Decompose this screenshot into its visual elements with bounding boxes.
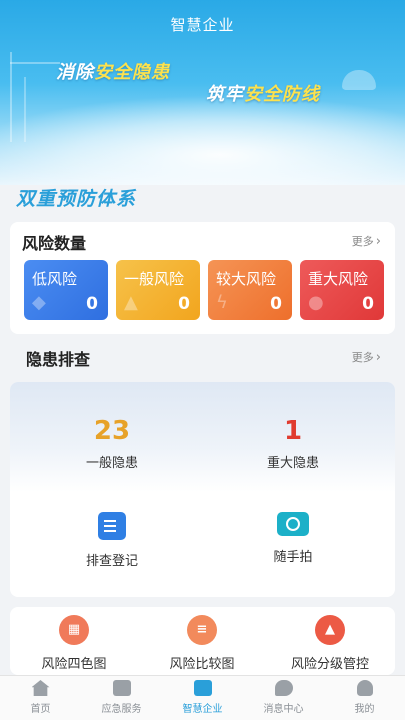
risk-compare-chart-label: 风险比较图 [169, 657, 235, 672]
slogan-2-prefix: 筑牢 [206, 84, 244, 105]
safety-helmet-graphic [342, 70, 376, 90]
four-color-map-icon: ▦ [59, 615, 89, 645]
risk-tile-general[interactable]: 一般风险 ▲ 0 [116, 260, 200, 320]
message-icon [274, 680, 293, 696]
app-title: 智慧企业 [170, 16, 235, 34]
home-icon [31, 680, 50, 696]
risk-tile-low[interactable]: 低风险 ◆ 0 [24, 260, 108, 320]
camera-icon [277, 512, 309, 536]
risk-grading-control-button[interactable]: ▲ 风险分级管控 [266, 615, 394, 672]
grading-control-icon: ▲ [315, 615, 345, 645]
risk-compare-chart-button[interactable]: ≡ 风险比较图 [138, 615, 266, 672]
lightning-icon: ϟ [216, 292, 228, 313]
hazard-section-title: 隐患排查 [26, 350, 91, 369]
hazard-more-label: 更多 [351, 351, 374, 364]
tab-label: 智慧企业 [182, 704, 223, 715]
risk-count-card: 风险数量 更多 › 低风险 ◆ 0 一般风险 ▲ 0 较大风险 ϟ 0 重大风险 … [10, 222, 395, 334]
header-banner: 智慧企业 消除安全隐患 筑牢安全防线 [0, 0, 405, 185]
form-edit-icon [98, 512, 126, 540]
slogan-line-1: 消除安全隐患 [56, 58, 170, 84]
enterprise-icon [193, 680, 212, 696]
emergency-service-icon [112, 680, 131, 696]
slogan-2-highlight: 安全防线 [244, 84, 320, 105]
tab-mine[interactable]: 我的 [324, 680, 405, 715]
chevron-right-icon: › [375, 234, 381, 249]
compare-chart-icon: ≡ [187, 615, 217, 645]
inspection-register-button[interactable]: 排查登记 [22, 512, 202, 569]
general-hazard-count: 23 [93, 416, 131, 446]
risk-section-title: 风险数量 [22, 234, 87, 253]
tab-label: 首页 [30, 704, 51, 715]
risk-four-color-map-button[interactable]: ▦ 风险四色图 [10, 615, 138, 672]
general-hazard-stat[interactable]: 23 一般隐患 [22, 416, 202, 471]
risk-more-link[interactable]: 更多 › [352, 233, 381, 249]
risk-tile-label: 低风险 [32, 270, 78, 288]
tab-label: 应急服务 [101, 704, 142, 715]
risk-tile-count: 0 [362, 294, 374, 314]
inspection-register-label: 排查登记 [85, 554, 138, 569]
slogan-line-2: 筑牢安全防线 [206, 80, 320, 106]
risk-tile-major[interactable]: 重大风险 ● 0 [300, 260, 384, 320]
major-hazard-label: 重大隐患 [266, 456, 319, 471]
shield-icon: ◆ [32, 292, 46, 313]
risk-four-color-map-label: 风险四色图 [41, 657, 107, 672]
risk-tile-label: 重大风险 [308, 270, 369, 288]
hazard-more-link[interactable]: 更多 › [352, 349, 381, 365]
warning-icon: ▲ [124, 292, 138, 313]
risk-grading-control-label: 风险分级管控 [290, 657, 369, 672]
risk-tile-count: 0 [86, 294, 98, 314]
risk-tile-count: 0 [270, 294, 282, 314]
tab-emergency-service[interactable]: 应急服务 [81, 680, 162, 715]
slogan-1-highlight: 安全隐患 [94, 62, 170, 83]
major-hazard-stat[interactable]: 1 重大隐患 [203, 416, 383, 471]
risk-tile-label: 较大风险 [216, 270, 277, 288]
hazard-card: 23 一般隐患 1 重大隐患 排查登记 随手拍 [10, 382, 395, 597]
major-hazard-count: 1 [283, 416, 303, 446]
snapshot-button[interactable]: 随手拍 [203, 512, 383, 565]
risk-tile-label: 一般风险 [124, 270, 185, 288]
tab-home[interactable]: 首页 [0, 680, 81, 715]
risk-tile-larger[interactable]: 较大风险 ϟ 0 [208, 260, 292, 320]
slogan-1-prefix: 消除 [56, 62, 94, 83]
tab-label: 消息中心 [263, 704, 304, 715]
tab-label: 我的 [354, 704, 375, 715]
system-title: 双重预防体系 [16, 188, 137, 210]
snapshot-label: 随手拍 [273, 550, 313, 565]
tab-message-center[interactable]: 消息中心 [243, 680, 324, 715]
bottom-tab-bar: 首页 应急服务 智慧企业 消息中心 我的 [0, 675, 405, 720]
alert-icon: ● [308, 292, 324, 313]
hazard-section-header: 隐患排查 更多 › [10, 340, 395, 374]
risk-tools-card: ▦ 风险四色图 ≡ 风险比较图 ▲ 风险分级管控 [10, 607, 395, 675]
general-hazard-label: 一般隐患 [85, 456, 138, 471]
risk-tile-count: 0 [178, 294, 190, 314]
user-icon [356, 680, 373, 696]
tab-smart-enterprise[interactable]: 智慧企业 [162, 680, 243, 715]
chevron-right-icon: › [375, 350, 381, 365]
risk-more-label: 更多 [351, 235, 374, 248]
